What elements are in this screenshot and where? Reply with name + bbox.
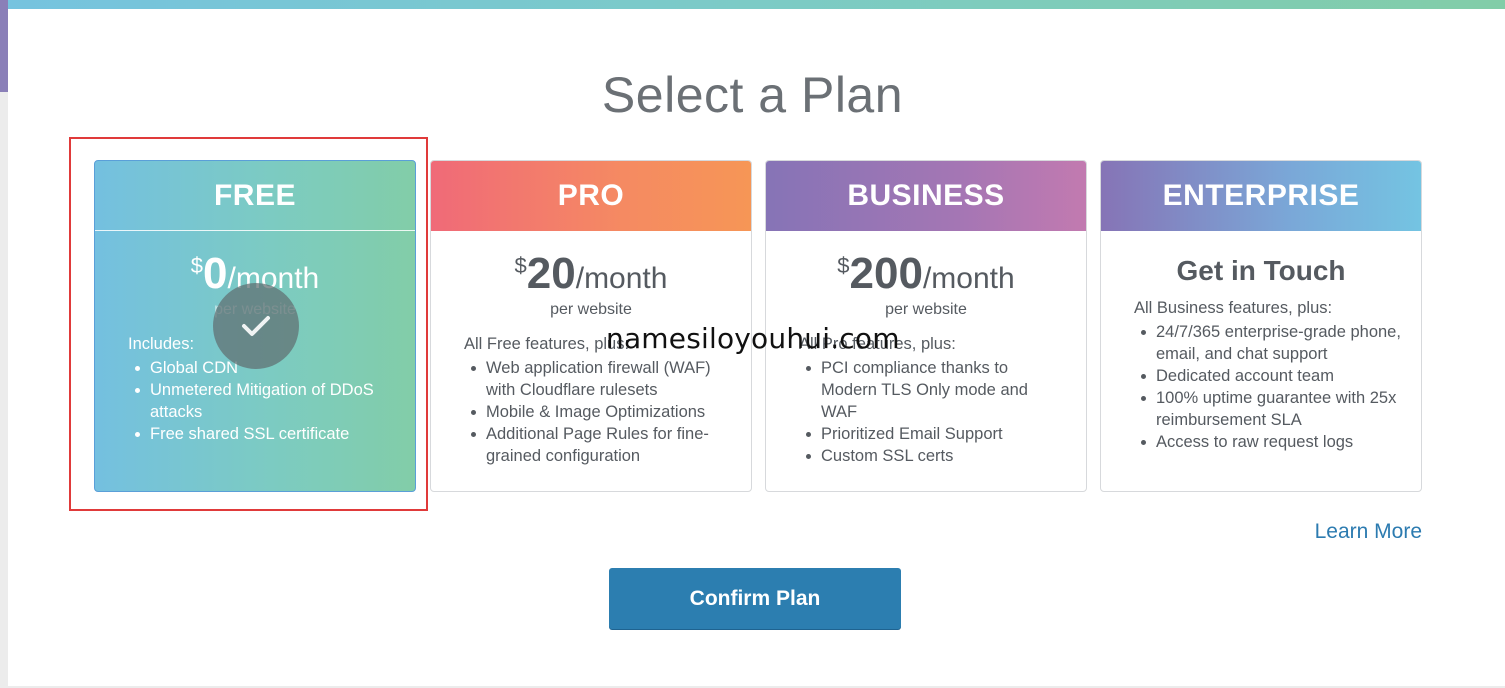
page-title: Select a Plan [601,67,904,123]
feature-item: Web application firewall (WAF) with Clou… [464,357,733,401]
contact-headline: Get in Touch [1176,255,1346,286]
price-period: /month [922,262,1015,295]
price-amount: 20 [526,249,576,298]
plan-name: PRO [431,161,751,231]
feature-item: Access to raw request logs [1134,431,1403,453]
learn-more-link[interactable]: Learn More [1315,520,1422,544]
plan-card-enterprise[interactable]: ENTERPRISE Get in Touch All Business fea… [1100,160,1422,492]
feature-item: Dedicated account team [1134,365,1403,387]
currency-symbol: $ [514,253,527,278]
plan-name: FREE [95,161,415,231]
price-period: /month [575,262,668,295]
price-unit: per website [885,301,967,318]
price-unit: per website [550,301,632,318]
feature-item: 24/7/365 enterprise-grade phone, email, … [1134,321,1403,365]
plan-price: $200/month [766,249,1086,299]
check-icon [213,283,299,369]
top-gradient-bar [8,0,1505,9]
feature-intro: All Business features, plus: [1134,299,1333,317]
feature-item: Custom SSL certs [799,445,1068,467]
plan-name: BUSINESS [766,161,1086,231]
feature-item: Prioritized Email Support [799,423,1068,445]
watermark-text: namesiloyouhui.com [606,322,900,355]
plan-price: $20/month [431,249,751,299]
currency-symbol: $ [190,253,204,278]
feature-item: Additional Page Rules for fine-grained c… [464,423,733,467]
plan-name: ENTERPRISE [1101,161,1421,231]
feature-item: Unmetered Mitigation of DDoS attacks [128,379,397,423]
confirm-plan-button[interactable]: Confirm Plan [609,568,901,629]
feature-item: Mobile & Image Optimizations [464,401,733,423]
feature-item: Free shared SSL certificate [128,423,397,445]
feature-list: All Business features, plus: 24/7/365 en… [1101,297,1421,453]
price-amount: 0 [203,249,228,298]
feature-item: PCI compliance thanks to Modern TLS Only… [799,357,1068,423]
price-amount: 200 [849,249,923,298]
feature-item: 100% uptime guarantee with 25x reimburse… [1134,387,1403,431]
currency-symbol: $ [837,253,850,278]
